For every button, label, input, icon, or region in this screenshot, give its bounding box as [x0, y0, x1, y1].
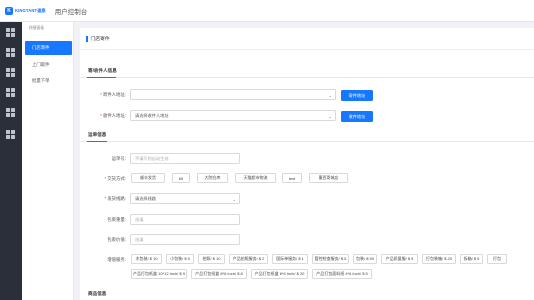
page-title: 门店寄件: [90, 37, 110, 42]
value-label: 包裹价值:: [107, 237, 126, 242]
logo-text: KINGTANT速鼎: [15, 7, 46, 13]
chevron-down-icon: ⌄: [328, 113, 332, 119]
route-select[interactable]: 请选择线路 ⌄: [130, 193, 240, 204]
submenu-item-batch-order[interactable]: 批量下单: [25, 74, 72, 88]
grid-icon[interactable]: [6, 68, 15, 77]
route-label: *发货线路:: [104, 196, 126, 201]
sender-address-select[interactable]: ⌄: [130, 89, 336, 100]
grid-icon[interactable]: [6, 48, 15, 57]
brand-logo[interactable]: K KINGTANT速鼎: [5, 6, 46, 15]
grid-icon[interactable]: [6, 28, 15, 37]
service-chip[interactable]: 产品打包面料纸 4*6 Inch/ $ 5: [312, 269, 372, 279]
logo-mark-icon: K: [5, 6, 13, 15]
console-title: 用户控制台: [54, 8, 88, 16]
service-chip[interactable]: 拍照/ $ 10: [198, 254, 225, 264]
handover-option[interactable]: 顺丰发货: [131, 173, 165, 183]
section-tab-order[interactable]: 运单信息: [88, 132, 106, 138]
value-input[interactable]: 选填: [130, 234, 240, 245]
service-chip[interactable]: 产品拍照服务/ $ 2: [229, 254, 268, 264]
handover-option[interactable]: 墨西哥城店: [309, 173, 348, 183]
handover-option[interactable]: test: [282, 173, 302, 183]
submenu-title: 快捷面板: [29, 26, 45, 30]
grid-icon[interactable]: [6, 88, 15, 97]
service-chip[interactable]: 产品打包纸盒 6*6 Inch/ $ 20: [251, 269, 308, 279]
chevron-down-icon: ⌄: [328, 92, 332, 98]
tab-underline: [87, 77, 116, 78]
grid-icon[interactable]: [6, 108, 15, 117]
waybill-label: 运单号:: [111, 156, 126, 161]
service-chip[interactable]: 管控检查服务/ $ 5: [312, 254, 349, 264]
section-tab-goods[interactable]: 商品信息: [88, 291, 106, 297]
page-header: 门店寄件: [80, 28, 534, 50]
sub-menu: 快捷面板 门店寄件 上门取件 批量下单: [22, 22, 74, 300]
service-chip[interactable]: 木包装/ $ 10: [131, 254, 162, 264]
submenu-item-store-shipping[interactable]: 门店寄件: [25, 41, 72, 55]
service-chip[interactable]: 产品质量服/ $ 5: [381, 254, 418, 264]
handover-option[interactable]: 60: [172, 173, 190, 183]
icon-sidebar: [0, 22, 22, 300]
divider: [80, 141, 534, 142]
handover-option[interactable]: 大院仓库: [197, 173, 228, 183]
weight-input[interactable]: 选填: [130, 214, 240, 225]
service-chip[interactable]: 国际单服务/ $ 1: [272, 254, 308, 264]
service-chip[interactable]: 包装/ $ 50: [353, 254, 377, 264]
submenu-item-pickup[interactable]: 上门取件: [25, 58, 72, 72]
service-chip[interactable]: 打包: [487, 254, 507, 264]
sender-address-button[interactable]: 寄件地址: [341, 90, 373, 101]
receiver-address-button[interactable]: 收件地址: [341, 111, 373, 122]
service-chip[interactable]: 产品打包纸盒 10*12 Inch/ $ 9: [131, 269, 187, 279]
waybill-input[interactable]: 不填写则自动生成: [130, 153, 240, 164]
service-chip[interactable]: 产品打包纸盒 8*6 Inch/ $ 8: [191, 269, 247, 279]
service-chip[interactable]: 拆箱/ $ 5: [460, 254, 483, 264]
service-chip[interactable]: 打包装箱/ $ 20: [422, 254, 456, 264]
handover-label: *交货方式:: [104, 176, 126, 181]
weight-label: 包裹重量:: [107, 217, 126, 222]
grid-icon[interactable]: [6, 130, 15, 139]
receiver-label: *收件人地址:: [100, 113, 126, 118]
divider: [80, 77, 534, 78]
tab-underline: [87, 141, 107, 142]
services-label: 增值服务:: [107, 257, 126, 262]
top-bar: K KINGTANT速鼎 用户控制台: [0, 0, 534, 22]
chevron-down-icon: ⌄: [232, 196, 236, 202]
main-panel: 门店寄件 寄/收件人信息 *寄件人地址: ⌄ 寄件地址 *收件人地址: 请选择收…: [80, 28, 534, 300]
handover-option[interactable]: 天猫超市物流: [235, 173, 276, 183]
service-chip[interactable]: 小包装/ $ 5: [166, 254, 194, 264]
section-tab-addresses[interactable]: 寄/收件人信息: [88, 68, 117, 74]
receiver-address-select[interactable]: 请选择收件人地址 ⌄: [130, 110, 336, 121]
title-accent: [86, 35, 88, 42]
sender-label: *寄件人地址:: [100, 92, 126, 97]
